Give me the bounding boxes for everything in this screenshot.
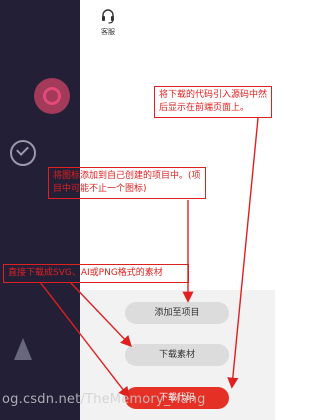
search-icon: [43, 87, 61, 105]
annotation-add-to-project: 将图标添加到自己创建的项目中。(项目中可能不止一个图标): [48, 167, 206, 199]
download-material-button[interactable]: 下载素材: [125, 344, 229, 366]
headset-icon: [102, 9, 114, 24]
customer-service-label: 客服: [101, 28, 115, 36]
annotation-download-code: 将下载的代码引入源码中然后显示在前端页面上。: [154, 86, 272, 118]
add-to-project-button[interactable]: 添加至项目: [125, 302, 229, 324]
compass-icon: [14, 338, 32, 360]
search-circle: [34, 78, 70, 114]
check-circle-icon: [10, 140, 36, 166]
watermark: og.csdn.net/TheMemory_Hang: [2, 392, 206, 407]
customer-service-button[interactable]: 客服: [90, 8, 126, 37]
background-page: [0, 0, 80, 420]
screenshot: 客服 添加至项目 下载素材 下载代码 将下载的代码引入源码中然后显示在前端页面上…: [0, 0, 275, 420]
annotation-download-material: 直接下载成SVG、AI或PNG格式的素材: [3, 264, 189, 283]
